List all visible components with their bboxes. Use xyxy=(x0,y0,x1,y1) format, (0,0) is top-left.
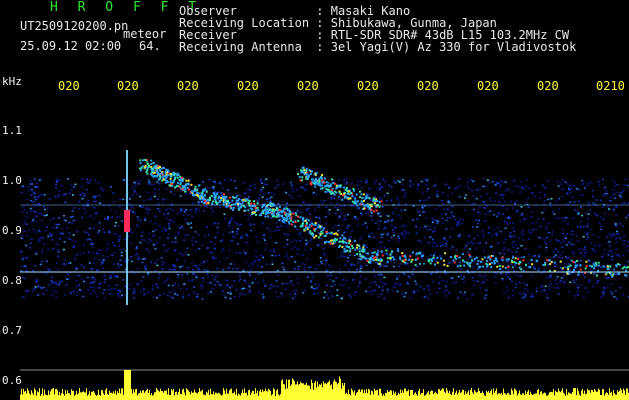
time-label: 020 xyxy=(297,79,319,93)
y-tick-label: 1.1 xyxy=(2,124,22,137)
y-tick-label: 0.6 xyxy=(2,374,22,387)
file-name: UT2509120200.pn xyxy=(20,19,129,33)
time-label: 020 xyxy=(537,79,559,93)
spectrogram-window: H R O F F T UT2509120200.pn meteor 25.09… xyxy=(0,0,629,400)
time-label: 0210 xyxy=(596,79,625,93)
antenna-line: Receiving Antenna : 3el Yagi(V) Az 330 f… xyxy=(179,40,577,54)
time-label: 020 xyxy=(477,79,499,93)
time-label: 020 xyxy=(237,79,259,93)
meteor-flash-hotspot xyxy=(124,210,130,232)
spectrogram-canvas xyxy=(20,150,629,400)
y-tick-label: 0.7 xyxy=(2,324,22,337)
y-axis-unit: kHz xyxy=(2,75,22,88)
y-tick-label: 1.0 xyxy=(2,174,22,187)
y-tick-label: 0.9 xyxy=(2,224,22,237)
time-label: 020 xyxy=(417,79,439,93)
timestamp: 25.09.12 02:00 xyxy=(20,39,122,53)
time-label: 020 xyxy=(117,79,139,93)
detection-count: 64. xyxy=(139,39,161,53)
time-label: 020 xyxy=(177,79,199,93)
y-tick-label: 0.8 xyxy=(2,274,22,287)
background-noise xyxy=(20,178,629,300)
signal-intensity-bars xyxy=(20,370,629,400)
time-label: 020 xyxy=(58,79,80,93)
time-label: 020 xyxy=(357,79,379,93)
